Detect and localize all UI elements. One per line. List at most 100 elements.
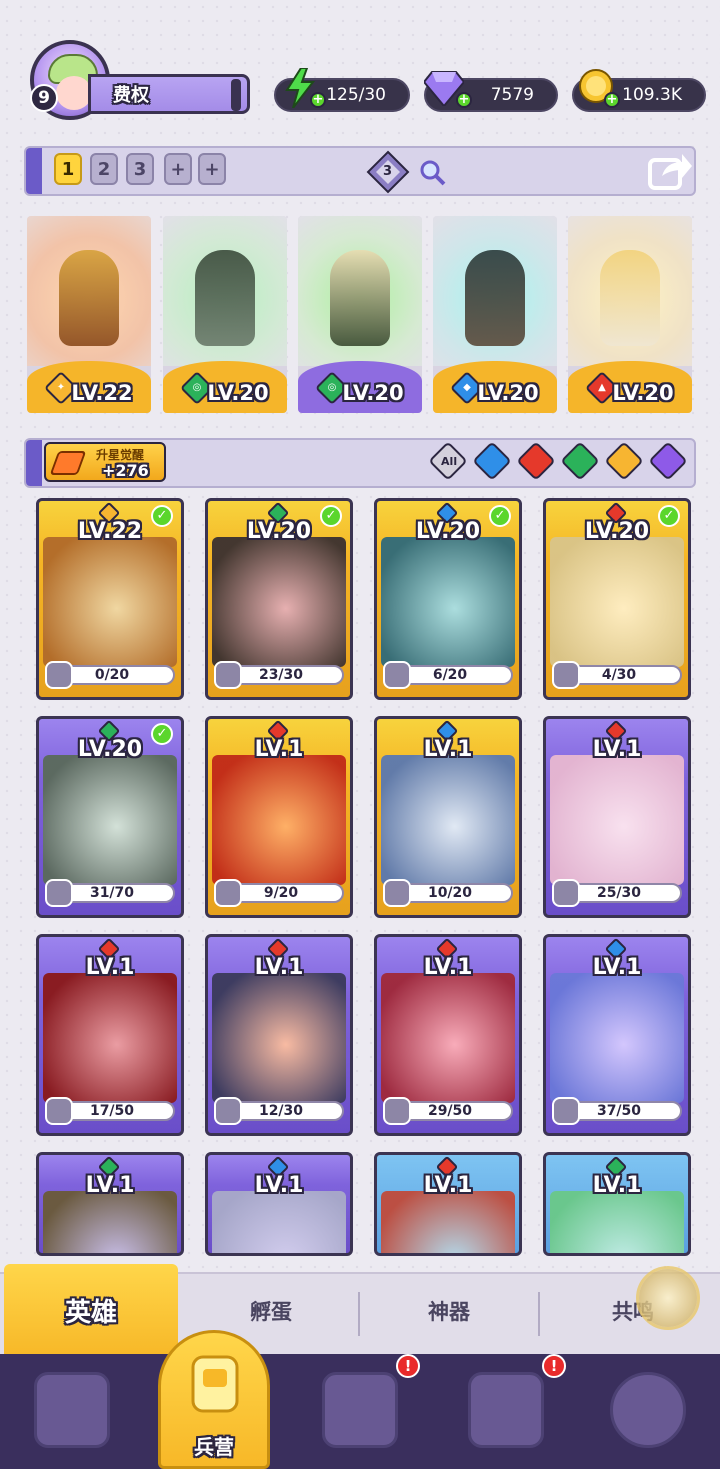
shard-icon <box>45 661 73 689</box>
hero-shard-progress: 37/50 <box>552 1097 682 1125</box>
coin-value: 109.3K <box>622 85 682 105</box>
team-slot-1[interactable]: 1 <box>54 153 82 185</box>
shrine-nav-icon[interactable] <box>468 1372 544 1448</box>
hero-card[interactable]: LV.1 9/20 <box>205 716 353 918</box>
plus-icon: + <box>170 158 186 180</box>
shard-icon <box>552 879 580 907</box>
hero-card[interactable]: LV.1 17/50 <box>36 934 184 1136</box>
share-icon[interactable] <box>646 150 692 192</box>
hero-shard-count: 4/30 <box>601 667 637 683</box>
player-name: 费权 <box>113 85 149 106</box>
magnifier-icon[interactable] <box>418 158 446 186</box>
hero-card[interactable]: LV.1 37/50 <box>543 934 691 1136</box>
tab-hatch[interactable]: 孵蛋 <box>250 1296 292 1326</box>
tab-hatch-label: 孵蛋 <box>250 1300 292 1324</box>
hero-card[interactable]: LV.20 ✓ 4/30 <box>543 498 691 700</box>
hero-card[interactable]: LV.20 ✓ 23/30 <box>205 498 353 700</box>
hero-card[interactable]: LV.1 <box>543 1152 691 1256</box>
barracks-nav-button[interactable]: 兵营 <box>158 1330 270 1469</box>
hero-card[interactable]: LV.1 <box>205 1152 353 1256</box>
star-awaken-button[interactable]: 升星觉醒 +276 <box>44 442 166 482</box>
tab-heroes[interactable]: 英雄 <box>4 1264 178 1356</box>
hero-shard-count: 31/70 <box>89 885 135 901</box>
team-slot-label: 1 <box>61 158 75 180</box>
hero-level: LV.1 <box>254 1173 304 1198</box>
team-slot-2[interactable]: 2 <box>90 153 118 185</box>
barracks-icon <box>191 1355 239 1413</box>
hero-card[interactable]: LV.20 ✓ 31/70 <box>36 716 184 918</box>
ready-check-icon: ✓ <box>489 505 511 527</box>
hero-shard-count: 29/50 <box>427 1103 473 1119</box>
shard-icon <box>552 661 580 689</box>
gem-value: 7579 <box>490 85 534 105</box>
formation-hero-level: LV.22 <box>71 381 133 405</box>
sparkle-icon[interactable] <box>636 1266 700 1330</box>
hero-card[interactable]: LV.1 12/30 <box>205 934 353 1136</box>
hero-portrait <box>212 1191 346 1253</box>
formation-hero-1[interactable]: ✦ LV.22 <box>27 216 151 413</box>
plus-icon: + <box>204 158 220 180</box>
player-name-bar[interactable]: 费权 <box>88 74 250 114</box>
hero-level: LV.1 <box>592 737 642 762</box>
shard-icon <box>45 1097 73 1125</box>
formation-hero-4[interactable]: ◆ LV.20 <box>433 216 557 413</box>
ready-check-icon: ✓ <box>151 723 173 745</box>
formation-hero-3[interactable]: ◎ LV.20 <box>298 216 422 413</box>
hero-shard-progress: 17/50 <box>45 1097 175 1125</box>
hero-level: LV.1 <box>423 955 473 980</box>
hero-card[interactable]: LV.20 ✓ 6/20 <box>374 498 522 700</box>
team-bar <box>24 146 696 196</box>
ready-check-icon: ✓ <box>320 505 342 527</box>
ready-check-icon: ✓ <box>151 505 173 527</box>
add-gem-icon[interactable]: + <box>456 92 472 108</box>
guild-nav-icon[interactable] <box>610 1372 686 1448</box>
barracks-label: 兵营 <box>194 1435 234 1459</box>
hero-card[interactable]: LV.1 25/30 <box>543 716 691 918</box>
tab-artifacts-label: 神器 <box>428 1300 470 1324</box>
map-alert-badge: ! <box>396 1354 420 1378</box>
team-slot-add-1[interactable]: + <box>164 153 192 185</box>
formation-hero-level: LV.20 <box>207 381 269 405</box>
add-coin-icon[interactable]: + <box>604 92 620 108</box>
formation-hero-2[interactable]: ◎ LV.20 <box>163 216 287 413</box>
hero-shard-count: 0/20 <box>94 667 130 683</box>
alert-mark: ! <box>404 1357 412 1375</box>
hero-shard-count: 37/50 <box>596 1103 642 1119</box>
add-energy-icon[interactable]: + <box>310 92 326 108</box>
hero-portrait <box>381 537 515 667</box>
hero-portrait <box>43 755 177 885</box>
hero-card[interactable]: LV.1 10/20 <box>374 716 522 918</box>
shrine-alert-badge: ! <box>542 1354 566 1378</box>
team-slot-3[interactable]: 3 <box>126 153 154 185</box>
hero-card[interactable]: LV.22 ✓ 0/20 <box>36 498 184 700</box>
tab-heroes-label: 英雄 <box>64 1297 117 1328</box>
team-power-badge[interactable]: 3 <box>366 150 410 194</box>
shard-icon <box>383 879 411 907</box>
hero-shard-count: 17/50 <box>89 1103 135 1119</box>
alert-mark: ! <box>550 1357 558 1375</box>
shard-icon <box>214 879 242 907</box>
shard-icon <box>214 661 242 689</box>
hero-level: LV.1 <box>85 1173 135 1198</box>
hero-portrait <box>212 973 346 1103</box>
hero-shard-progress: 12/30 <box>214 1097 344 1125</box>
hero-portrait <box>550 973 684 1103</box>
hero-card[interactable]: LV.1 <box>36 1152 184 1256</box>
hero-card[interactable]: LV.1 29/50 <box>374 934 522 1136</box>
hero-shard-progress: 23/30 <box>214 661 344 689</box>
hero-shard-count: 12/30 <box>258 1103 304 1119</box>
formation-hero-5[interactable]: ▲ LV.20 <box>568 216 692 413</box>
hero-card[interactable]: LV.1 <box>374 1152 522 1256</box>
shard-icon <box>214 1097 242 1125</box>
team-slot-add-2[interactable]: + <box>198 153 226 185</box>
hero-portrait <box>212 755 346 885</box>
cards-nav-icon[interactable] <box>34 1372 110 1448</box>
hero-shard-count: 23/30 <box>258 667 304 683</box>
player-level: 9 <box>38 88 50 108</box>
hero-shard-count: 10/20 <box>427 885 473 901</box>
shard-icon <box>45 879 73 907</box>
hero-portrait <box>381 1191 515 1253</box>
hero-portrait <box>43 973 177 1103</box>
map-nav-icon[interactable] <box>322 1372 398 1448</box>
tab-artifacts[interactable]: 神器 <box>428 1296 470 1326</box>
